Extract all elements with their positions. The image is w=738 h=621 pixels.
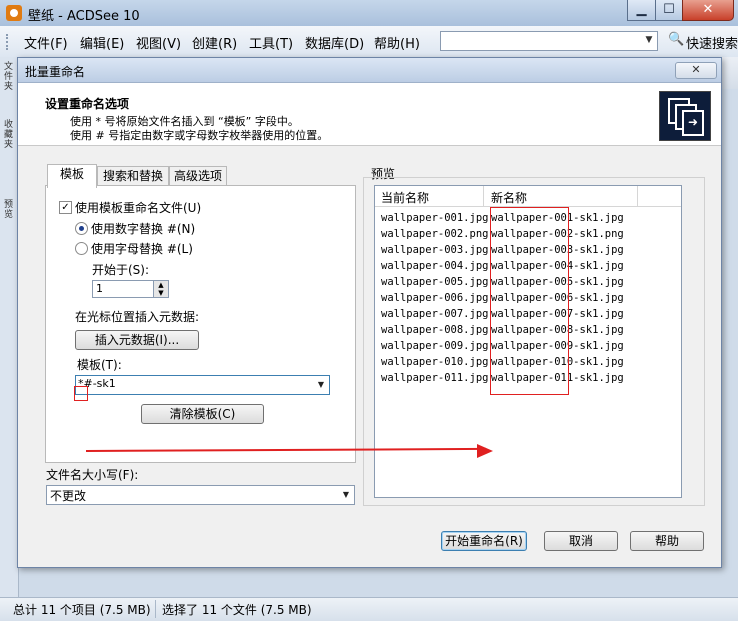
filename-case-combobox[interactable]: 不更改 ▼ xyxy=(46,485,355,505)
dialog-title: 批量重命名 xyxy=(25,65,86,79)
preview-pane-tab[interactable]: 预览 xyxy=(4,200,16,220)
use-template-checkbox[interactable]: ✓ xyxy=(59,201,72,214)
menu-grip xyxy=(6,34,11,50)
header-hint-line-2: 使用 # 号指定由数字或字母数字枚举器使用的位置。 xyxy=(70,129,329,142)
filename-case-label: 文件名大小写(F): xyxy=(46,468,139,482)
radio-letter-replace[interactable] xyxy=(75,242,88,255)
search-dropdown-arrow-icon[interactable]: ▼ xyxy=(643,32,655,49)
header-title: 设置重命名选项 xyxy=(45,97,130,111)
start-rename-button[interactable]: 开始重命名(R) xyxy=(441,531,527,551)
column-new-name[interactable]: 新名称 xyxy=(491,189,527,206)
annotation-highlight-box xyxy=(74,386,88,401)
start-at-value: 1 xyxy=(96,282,103,295)
menu-database[interactable]: 数据库(D) xyxy=(305,33,364,52)
menu-edit[interactable]: 编辑(E) xyxy=(80,33,124,52)
filename-case-dropdown-arrow-icon[interactable]: ▼ xyxy=(339,486,353,504)
status-selected: 选择了 11 个文件 (7.5 MB) xyxy=(162,603,312,617)
annotation-highlight-box xyxy=(490,207,569,395)
tab-advanced-options[interactable]: 高级选项 xyxy=(169,166,227,187)
menu-file[interactable]: 文件(F) xyxy=(24,33,68,52)
cancel-button[interactable]: 取消 xyxy=(544,531,618,551)
row-current-name: wallpaper-003.jpg xyxy=(381,244,489,256)
dialog-header: 设置重命名选项 使用 * 号将原始文件名插入到 “模板” 字段中。 使用 # 号… xyxy=(18,83,721,146)
menu-create[interactable]: 创建(R) xyxy=(192,33,237,52)
row-current-name: wallpaper-004.jpg xyxy=(381,260,489,272)
radio-number-label: 使用数字替换 #(N) xyxy=(91,222,196,236)
dialog-close-button[interactable]: ✕ xyxy=(675,62,717,79)
batch-rename-dialog: 批量重命名 ✕ 设置重命名选项 使用 * 号将原始文件名插入到 “模板” 字段中… xyxy=(17,57,722,568)
insert-metadata-button[interactable]: 插入元数据(I)... xyxy=(75,330,199,350)
row-current-name: wallpaper-006.jpg xyxy=(381,292,489,304)
column-separator[interactable] xyxy=(483,186,484,206)
batch-rename-icon: ➜ xyxy=(659,91,711,141)
column-current-name[interactable]: 当前名称 xyxy=(381,189,429,206)
rename-arrow-icon: ➜ xyxy=(682,110,704,136)
tab-template[interactable]: 模板 xyxy=(47,164,97,188)
row-current-name: wallpaper-005.jpg xyxy=(381,276,489,288)
template-label: 模板(T): xyxy=(77,358,122,372)
use-template-label: 使用模板重命名文件(U) xyxy=(75,201,202,215)
minimize-button[interactable]: ▁ xyxy=(627,0,656,21)
search-icon: 🔍 xyxy=(668,32,685,47)
row-current-name: wallpaper-007.jpg xyxy=(381,308,489,320)
search-input[interactable] xyxy=(440,31,658,51)
quick-search-label[interactable]: 快速搜索 xyxy=(686,33,738,52)
row-current-name: wallpaper-002.png xyxy=(381,228,489,240)
row-current-name: wallpaper-001.jpg xyxy=(381,212,489,224)
help-button[interactable]: 帮助 xyxy=(630,531,704,551)
maximize-button[interactable]: ☐ xyxy=(655,0,683,21)
menu-view[interactable]: 视图(V) xyxy=(136,33,181,52)
template-combobox[interactable]: *#-sk1 ▼ xyxy=(75,375,330,395)
menu-tools[interactable]: 工具(T) xyxy=(249,33,293,52)
dialog-titlebar: 批量重命名 ✕ xyxy=(18,58,721,83)
start-at-spinner[interactable]: ▲ ▼ xyxy=(153,280,169,298)
row-current-name: wallpaper-009.jpg xyxy=(381,340,489,352)
status-divider xyxy=(155,600,156,618)
folders-pane-tab[interactable]: 文件夹 xyxy=(4,62,16,92)
filename-case-value: 不更改 xyxy=(50,489,87,503)
row-current-name: wallpaper-011.jpg xyxy=(381,372,489,384)
favorites-pane-tab[interactable]: 收藏夹 xyxy=(4,120,16,150)
insert-metadata-label: 在光标位置插入元数据: xyxy=(75,310,200,324)
annotation-arrow-head-icon xyxy=(477,444,493,458)
start-at-label: 开始于(S): xyxy=(92,263,150,277)
template-dropdown-arrow-icon[interactable]: ▼ xyxy=(314,376,328,394)
acdsee-app-icon xyxy=(6,5,22,21)
tab-search-replace[interactable]: 搜索和替换 xyxy=(97,166,169,187)
column-separator[interactable] xyxy=(637,186,638,206)
row-current-name: wallpaper-008.jpg xyxy=(381,324,489,336)
radio-letter-label: 使用字母替换 #(L) xyxy=(91,242,193,256)
clear-template-button[interactable]: 清除模板(C) xyxy=(141,404,264,424)
menu-help[interactable]: 帮助(H) xyxy=(374,33,420,52)
window-title: 壁纸 - ACDSee 10 xyxy=(28,9,140,24)
row-current-name: wallpaper-010.jpg xyxy=(381,356,489,368)
status-bar: 总计 11 个项目 (7.5 MB) 选择了 11 个文件 (7.5 MB) xyxy=(0,597,738,621)
status-total: 总计 11 个项目 (7.5 MB) xyxy=(13,603,151,617)
radio-number-replace[interactable] xyxy=(75,222,88,235)
close-window-button[interactable]: ✕ xyxy=(682,0,734,21)
menu-bar: 文件(F) 编辑(E) 视图(V) 创建(R) 工具(T) 数据库(D) 帮助(… xyxy=(0,26,738,58)
preview-list-header: 当前名称 新名称 xyxy=(375,186,681,207)
